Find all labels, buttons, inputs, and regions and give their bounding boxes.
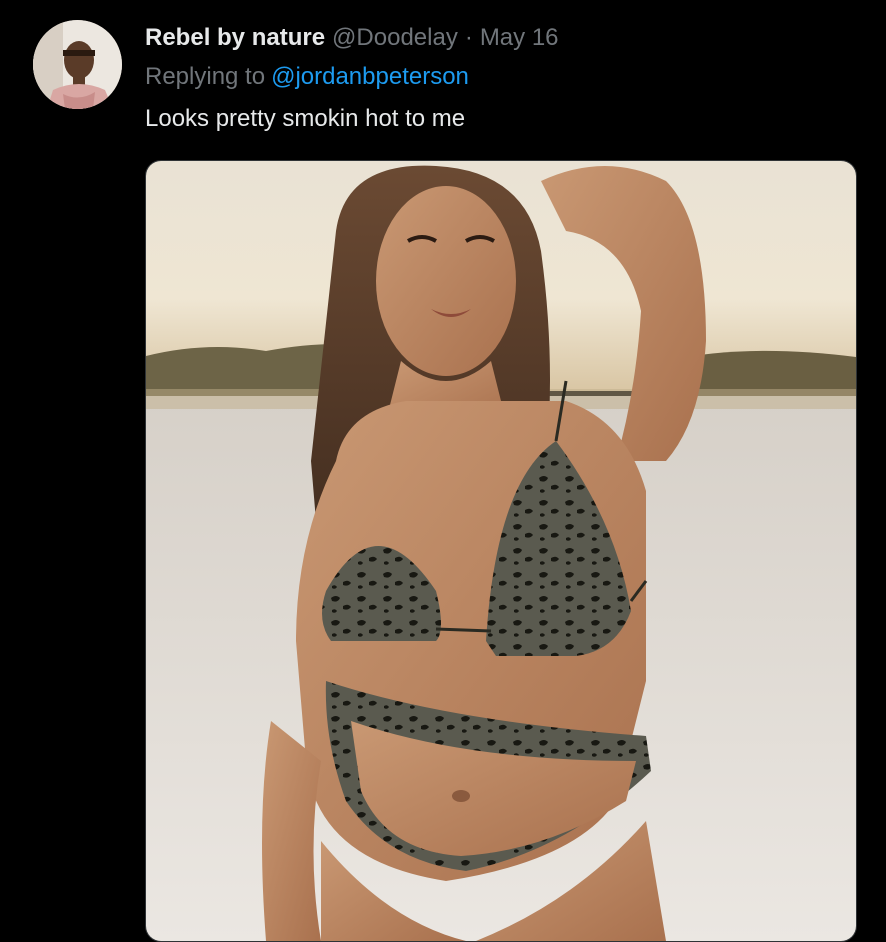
author-display-name[interactable]: Rebel by nature — [145, 22, 325, 54]
separator-dot: · — [464, 24, 473, 51]
replying-to-label: Replying to — [145, 63, 266, 90]
tweet[interactable]: Rebel by nature @Doodelay · May 16 Reply… — [0, 0, 886, 942]
replying-to: Replying to @jordanbpeterson — [145, 61, 469, 93]
tweet-date[interactable]: May 16 — [480, 22, 559, 54]
tweet-text: Looks pretty smokin hot to me — [145, 105, 466, 132]
avatar-photo — [33, 20, 122, 109]
reply-mention-link[interactable]: @jordanbpeterson — [271, 63, 469, 90]
photo-image — [146, 161, 856, 941]
avatar[interactable] — [33, 20, 122, 109]
tweet-header: Rebel by nature @Doodelay · May 16 — [145, 22, 559, 54]
tweet-media-photo[interactable] — [145, 160, 857, 942]
author-handle[interactable]: @Doodelay — [332, 22, 458, 54]
